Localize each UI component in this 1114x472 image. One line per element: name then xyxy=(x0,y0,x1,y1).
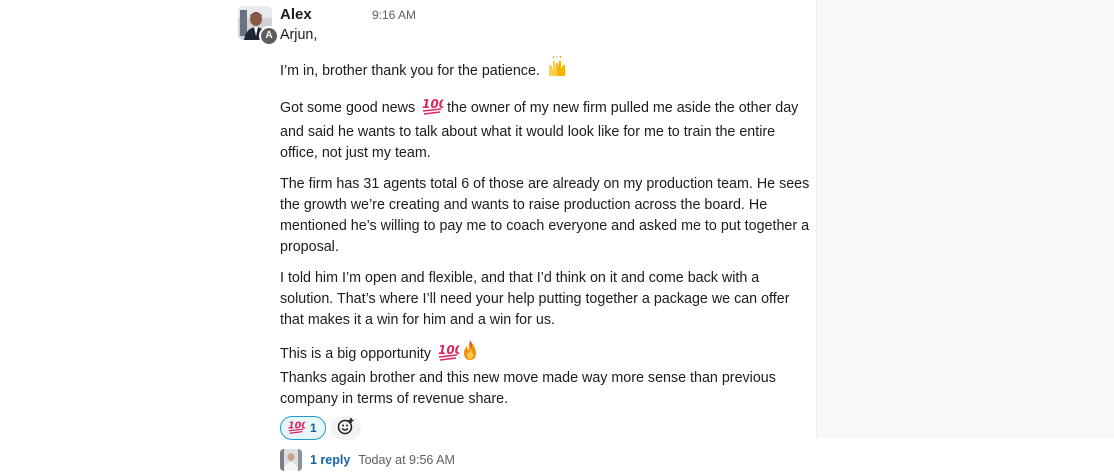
message-line: and said he wants to talk about what it … xyxy=(280,124,776,140)
message-line: office, not just my team. xyxy=(280,145,431,161)
message-line: This is a big opportunity xyxy=(280,346,431,362)
hundred-points-emoji-icon: 100 xyxy=(437,341,463,368)
sender-name[interactable]: Alex xyxy=(280,6,312,23)
message-paragraph: Thanks again brother and this new move m… xyxy=(280,368,808,410)
raised-hands-emoji-icon xyxy=(546,55,568,85)
message-header: Alex 9:16 AM xyxy=(280,5,808,24)
add-emoji-icon xyxy=(337,417,355,440)
message-paragraph: Got some good news 100 the owner of my n… xyxy=(280,95,808,164)
hundred-points-emoji-icon: 100 xyxy=(287,418,308,439)
message-paragraph: This is a big opportunity 100 xyxy=(280,340,808,368)
message-line: The firm has 31 agents total 6 of those … xyxy=(280,176,810,192)
message-line: Got some good news xyxy=(280,100,416,116)
message-paragraph: I told him I’m open and flexible, and th… xyxy=(280,268,808,331)
reactions-bar: 100 1 xyxy=(280,416,808,440)
reply-avatar xyxy=(280,449,302,471)
message-paragraph: Arjun, xyxy=(280,25,808,46)
avatar-status-badge: A xyxy=(259,26,279,46)
message-line: the owner of my new firm pulled me aside… xyxy=(447,100,799,116)
reaction-count: 1 xyxy=(310,421,317,435)
message-paragraph: The firm has 31 agents total 6 of those … xyxy=(280,174,810,258)
fire-emoji-icon xyxy=(461,340,479,368)
thread-summary[interactable]: 1 reply Today at 9:56 AM xyxy=(280,448,808,472)
message-line: I told him I’m open and flexible, and th… xyxy=(280,270,760,286)
right-panel xyxy=(816,0,1114,438)
message-line: company in terms of revenue share. xyxy=(280,391,509,407)
message-line: solution. That’s where I’ll need your he… xyxy=(280,291,790,307)
message-line: the growth we’re creating and wants to r… xyxy=(280,197,768,213)
message-timestamp[interactable]: 9:16 AM xyxy=(372,6,416,25)
message-line: proposal. xyxy=(280,239,339,255)
hundred-points-emoji-icon: 100 xyxy=(421,95,447,122)
message-line: mentioned he’s willing to pay me to coac… xyxy=(280,218,810,234)
message-content: Alex 9:16 AM Arjun, I’m in, brother than… xyxy=(280,5,810,472)
reply-count-link[interactable]: 1 reply xyxy=(310,453,350,467)
message-line: that makes it a win for him and a win fo… xyxy=(280,312,555,328)
message-paragraph: I’m in, brother thank you for the patien… xyxy=(280,55,808,85)
message-line: I’m in, brother thank you for the patien… xyxy=(280,63,540,79)
add-reaction-button[interactable] xyxy=(330,416,361,440)
reply-timestamp: Today at 9:56 AM xyxy=(358,453,455,467)
message-line: Thanks again brother and this new move m… xyxy=(280,370,776,386)
reaction-hundred-points[interactable]: 100 1 xyxy=(280,416,326,440)
message-line: Arjun, xyxy=(280,27,318,43)
reply-avatar-photo xyxy=(280,449,302,471)
